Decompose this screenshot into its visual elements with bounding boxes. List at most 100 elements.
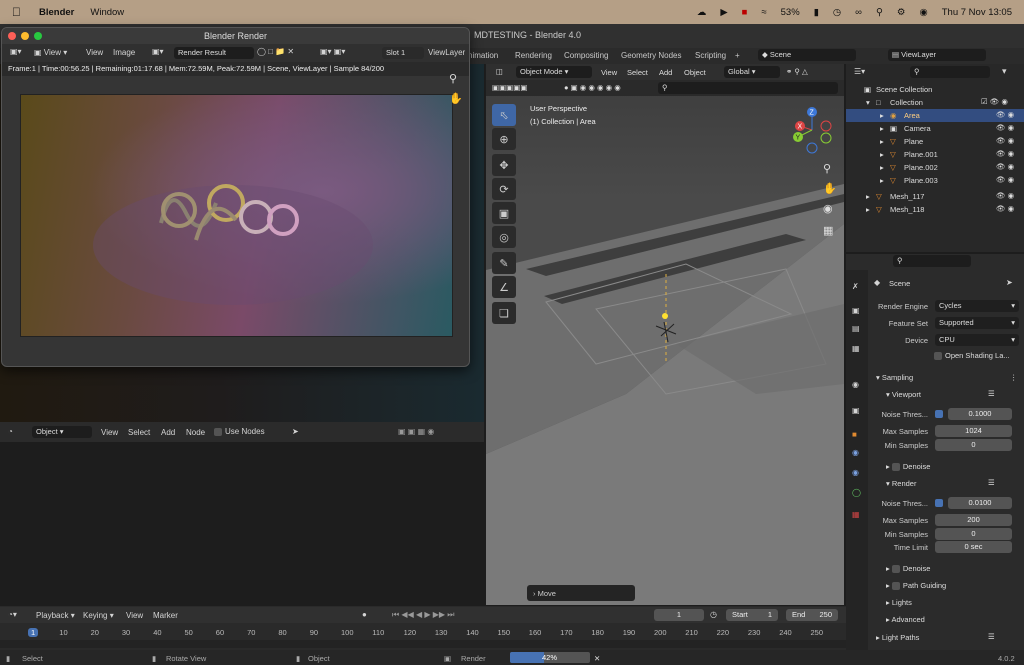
visibility-icons[interactable]: ● ▣ ◉ ◉ ◉ ◉ ◉ bbox=[564, 83, 621, 92]
vp-menu-select[interactable]: Select bbox=[627, 68, 648, 77]
image-menu-image[interactable]: Image bbox=[113, 48, 135, 57]
chevron-right-icon[interactable]: ▸ bbox=[880, 124, 884, 133]
path-guiding-header[interactable]: ▸ Path Guiding bbox=[886, 581, 946, 591]
rotate-tool[interactable]: ⟳ bbox=[492, 178, 516, 200]
ortho-grid-icon[interactable]: ▦ bbox=[823, 224, 833, 237]
visibility-icons[interactable]: ☑ 👁 ◉ bbox=[981, 97, 1008, 106]
image-action-icons[interactable]: ◯ □ 📁 ✕ bbox=[257, 47, 294, 56]
visibility-icons[interactable]: 👁 ◉ bbox=[996, 136, 1014, 145]
editor-type-icon[interactable]: ◔ bbox=[8, 427, 13, 436]
channel-icons[interactable]: ▣▾ ▣▾ bbox=[320, 47, 345, 56]
navigation-gizmo[interactable]: Z X Y bbox=[788, 104, 838, 156]
creative-cloud-icon[interactable]: ☁ bbox=[697, 7, 707, 18]
device-select[interactable]: CPU ▾ bbox=[935, 334, 1019, 346]
visibility-icons[interactable]: 👁 ◉ bbox=[996, 204, 1014, 213]
battery-percent[interactable]: 53% bbox=[781, 7, 800, 18]
tab-geometry-nodes[interactable]: Geometry Nodes bbox=[621, 51, 681, 60]
vp-noise-field[interactable]: 0.1000 bbox=[948, 408, 1012, 420]
editor-type-icon[interactable]: ◔▾ bbox=[8, 610, 17, 619]
node-menu-add[interactable]: Add bbox=[161, 428, 175, 437]
material-tab-icon[interactable]: ▦ bbox=[852, 510, 860, 519]
physics-tab-icon[interactable]: ◉ bbox=[852, 468, 859, 477]
battery-icon[interactable]: ▮ bbox=[814, 7, 819, 18]
chevron-down-icon[interactable]: ▾ bbox=[866, 98, 870, 107]
shortcut-icon[interactable]: ∞ bbox=[855, 7, 862, 18]
image-icon[interactable]: ▣▾ bbox=[152, 47, 164, 56]
timeline-menu-view[interactable]: View bbox=[126, 611, 143, 620]
r-min-samples-field[interactable]: 0 bbox=[935, 528, 1012, 540]
outliner-row[interactable]: ▸ ▽ Plane.002 👁 ◉ bbox=[846, 161, 1024, 174]
vp-max-samples-field[interactable]: 1024 bbox=[935, 425, 1012, 437]
viewlayer-selector[interactable]: ▤ ViewLayer bbox=[888, 49, 986, 61]
select-box-tool[interactable]: ⬁ bbox=[492, 104, 516, 126]
move-tool[interactable]: ✥ bbox=[492, 154, 516, 176]
view-layer-tab-icon[interactable]: ▦ bbox=[852, 344, 860, 353]
stopwatch-icon[interactable]: ◷ bbox=[710, 610, 717, 619]
collection-tab-icon[interactable]: ▣ bbox=[852, 406, 860, 415]
minimize-window-icon[interactable] bbox=[21, 32, 29, 40]
render-subpanel-header[interactable]: ▾ Render bbox=[886, 479, 916, 488]
pan-hand-icon[interactable]: ✋ bbox=[449, 92, 463, 105]
slot-select[interactable]: Slot 1 bbox=[382, 47, 424, 59]
vp-menu-object[interactable]: Object bbox=[684, 68, 706, 77]
maximize-window-icon[interactable] bbox=[34, 32, 42, 40]
close-window-icon[interactable] bbox=[8, 32, 16, 40]
window-menu[interactable]: Window bbox=[90, 7, 124, 18]
viewport-subpanel-header[interactable]: ▾ Viewport bbox=[886, 390, 921, 399]
r-noise-checkbox[interactable] bbox=[935, 498, 946, 507]
advanced-header[interactable]: ▸ Advanced bbox=[886, 615, 925, 624]
presets-icon[interactable]: ☰ bbox=[988, 478, 995, 487]
node-menu-select[interactable]: Select bbox=[128, 428, 150, 437]
pan-hand-icon[interactable]: ✋ bbox=[823, 182, 837, 195]
modifier-tab-icon[interactable]: ◉ bbox=[852, 448, 859, 457]
node-type-select[interactable]: Object ▾ bbox=[32, 426, 92, 438]
lights-header[interactable]: ▸ Lights bbox=[886, 598, 912, 607]
search-icon[interactable]: ⚲ bbox=[876, 7, 883, 18]
display-mode-icon[interactable]: ☰▾ bbox=[854, 67, 865, 76]
playback-menu[interactable]: Playback ▾ bbox=[36, 611, 75, 620]
timeline-scrollbar[interactable] bbox=[0, 640, 846, 648]
node-menu-node[interactable]: Node bbox=[186, 428, 205, 437]
orientation-select[interactable]: Global ▾ bbox=[724, 66, 780, 78]
drag-handle-icon[interactable]: ⋮ bbox=[1010, 373, 1018, 382]
sampling-panel-header[interactable]: ▾ Sampling bbox=[876, 373, 913, 382]
output-tab-icon[interactable]: ▤ bbox=[852, 324, 860, 333]
cursor-tool[interactable]: ⊕ bbox=[492, 128, 516, 150]
cancel-render-icon[interactable]: ✕ bbox=[594, 654, 600, 663]
chevron-right-icon[interactable]: ▸ bbox=[880, 150, 884, 159]
presets-icon[interactable]: ☰ bbox=[988, 389, 995, 398]
visibility-icons[interactable]: 👁 ◉ bbox=[996, 149, 1014, 158]
vp-denoise-header[interactable]: ▸ Denoise bbox=[886, 462, 930, 472]
timeline-menu-marker[interactable]: Marker bbox=[153, 611, 178, 620]
viewport-search[interactable]: ⚲ bbox=[658, 82, 838, 94]
node-menu-view[interactable]: View bbox=[101, 428, 118, 437]
wifi-icon[interactable]: ≈ bbox=[761, 7, 766, 18]
tool-tab-icon[interactable]: ✗ bbox=[852, 282, 859, 291]
visibility-icons[interactable]: 👁 ◉ bbox=[996, 162, 1014, 171]
end-frame-field[interactable]: End 250 bbox=[786, 609, 838, 621]
record-icon[interactable]: ■ bbox=[742, 7, 748, 18]
properties-search[interactable]: ⚲ bbox=[893, 255, 971, 267]
node-editor-canvas[interactable] bbox=[0, 442, 484, 606]
annotate-tool[interactable]: ✎ bbox=[492, 252, 516, 274]
scale-tool[interactable]: ▣ bbox=[492, 202, 516, 224]
chevron-right-icon[interactable]: ▸ bbox=[880, 176, 884, 185]
zoom-icon[interactable]: ⚲ bbox=[823, 162, 831, 175]
visibility-icons[interactable]: 👁 ◉ bbox=[996, 191, 1014, 200]
vp-min-samples-field[interactable]: 0 bbox=[935, 439, 1012, 451]
osl-checkbox[interactable]: Open Shading La... bbox=[934, 351, 1010, 361]
editor-type-icon[interactable]: ◫ bbox=[496, 67, 503, 76]
filter-icon[interactable]: ▾ bbox=[1002, 66, 1007, 77]
scene-selector[interactable]: ◆ Scene bbox=[758, 49, 856, 61]
render-viewlayer-select[interactable]: ViewLayer bbox=[428, 48, 465, 57]
vp-noise-checkbox[interactable] bbox=[935, 409, 946, 418]
outliner-row[interactable]: ▸ ▣ Camera 👁 ◉ bbox=[846, 122, 1024, 135]
siri-icon[interactable]: ◉ bbox=[919, 7, 927, 18]
pin-icon[interactable]: ➤ bbox=[1006, 278, 1013, 287]
mode-select[interactable]: Object Mode ▾ bbox=[516, 66, 592, 78]
outliner-search[interactable]: ⚲ bbox=[910, 66, 990, 78]
app-menu[interactable]: Blender bbox=[39, 7, 74, 18]
current-frame-field[interactable]: 1 bbox=[654, 609, 704, 621]
visibility-icons[interactable]: 👁 ◉ bbox=[996, 175, 1014, 184]
world-tab-icon[interactable]: ◉ bbox=[852, 380, 859, 389]
